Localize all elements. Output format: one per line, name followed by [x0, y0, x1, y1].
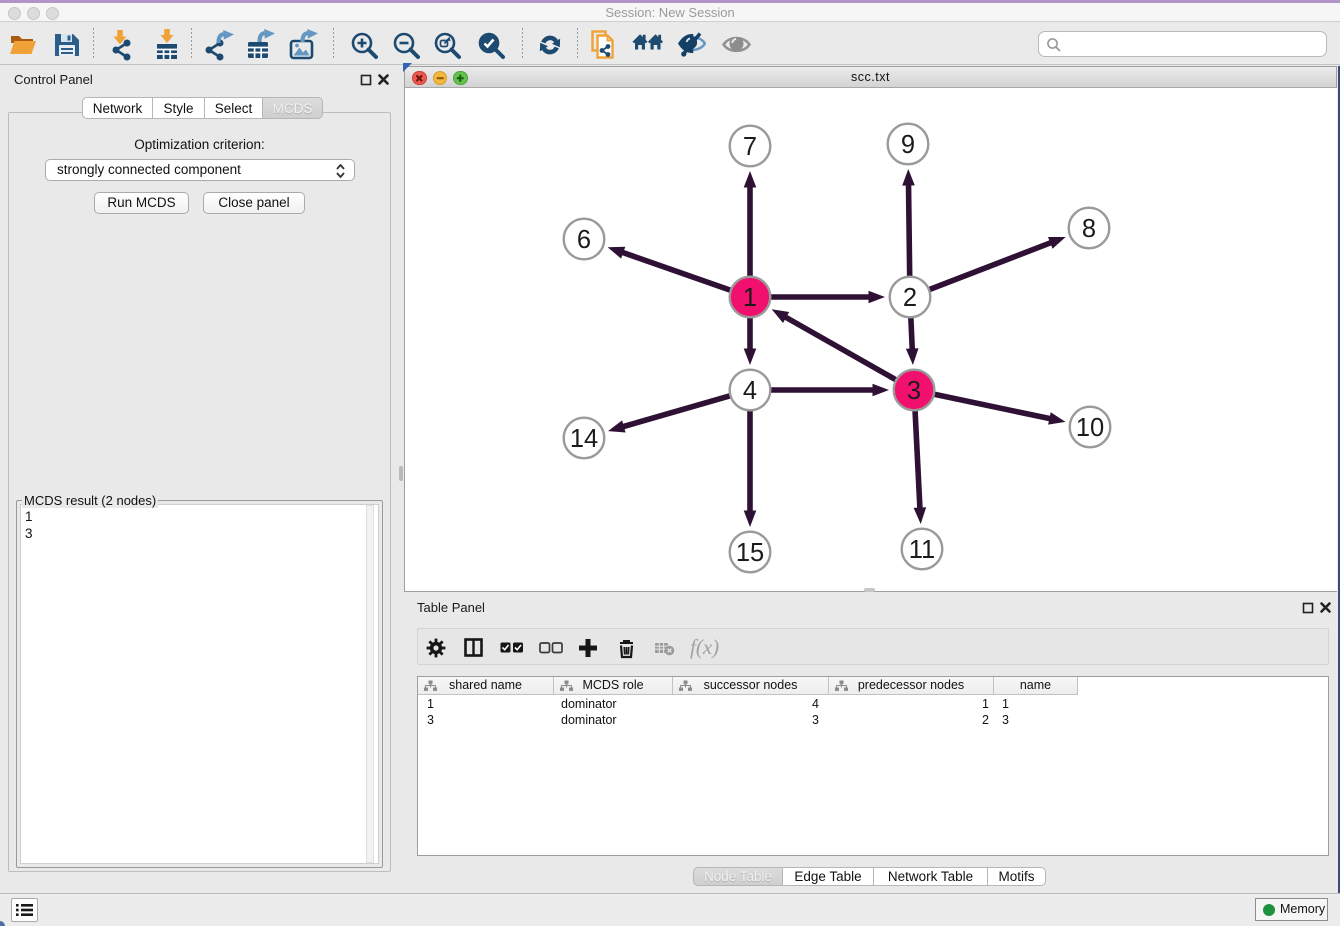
svg-text:1: 1: [743, 284, 757, 312]
svg-text:6: 6: [577, 226, 591, 254]
svg-text:4: 4: [743, 377, 757, 405]
svg-text:8: 8: [1082, 215, 1096, 243]
svg-text:2: 2: [903, 284, 917, 312]
svg-text:7: 7: [743, 133, 757, 161]
svg-text:9: 9: [901, 131, 915, 159]
svg-text:11: 11: [909, 536, 935, 564]
svg-text:15: 15: [736, 539, 764, 567]
svg-text:3: 3: [907, 377, 921, 405]
svg-text:14: 14: [570, 425, 598, 453]
svg-text:10: 10: [1076, 414, 1104, 442]
